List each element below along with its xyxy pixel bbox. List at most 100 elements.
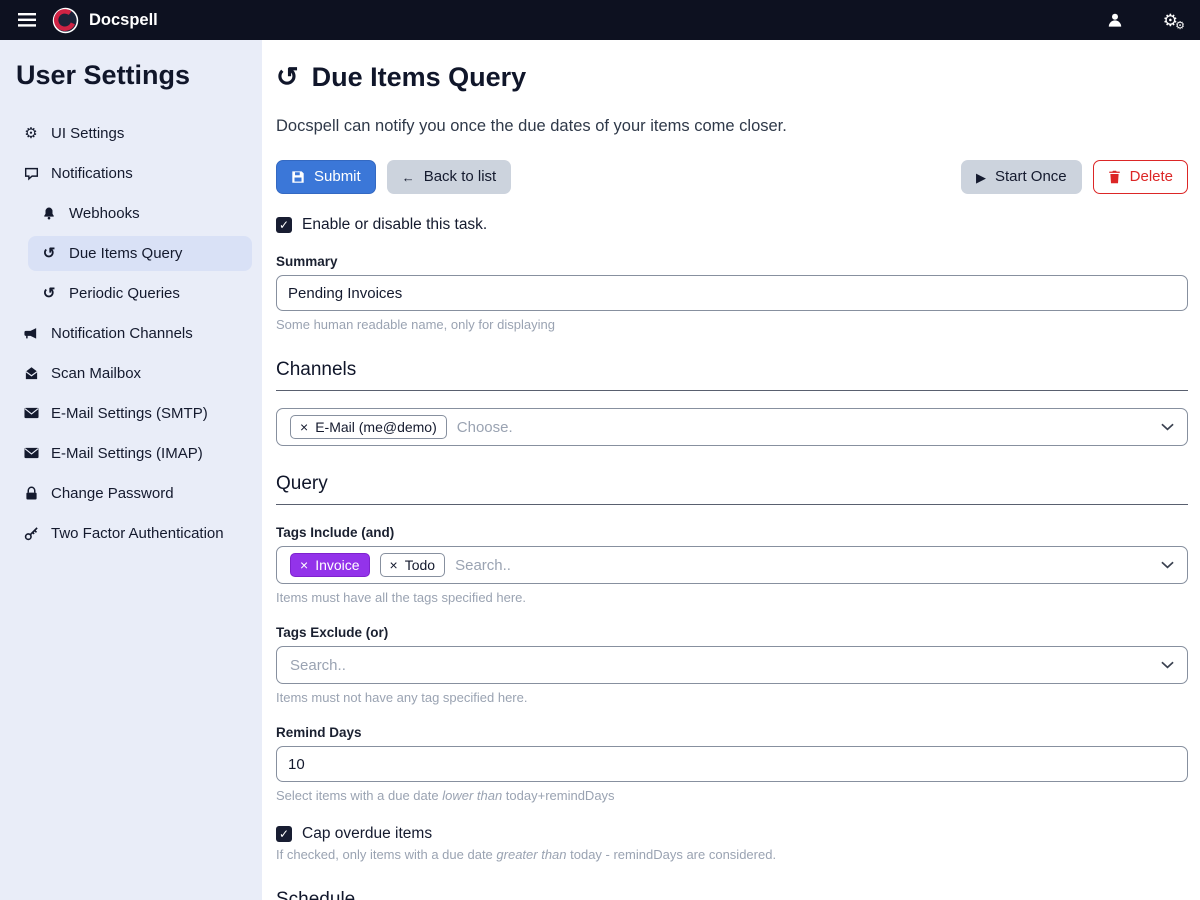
- user-menu-button[interactable]: [1101, 11, 1129, 29]
- sidebar-item-periodic-queries[interactable]: ↺ Periodic Queries: [28, 276, 252, 311]
- help-text: If checked, only items with a due date: [276, 847, 496, 862]
- comment-icon: [22, 166, 40, 181]
- action-buttons: Submit ← Back to list ▶ Start Once Delet…: [276, 160, 1188, 194]
- envelope-icon: [22, 407, 40, 419]
- sidebar-item-email-imap[interactable]: E-Mail Settings (IMAP): [10, 436, 252, 471]
- summary-help: Some human readable name, only for displ…: [276, 317, 1188, 332]
- query-heading: Query: [276, 473, 1188, 505]
- key-icon: [22, 526, 40, 541]
- help-text-italic: lower than: [442, 788, 502, 803]
- schedule-heading: Schedule: [276, 889, 1188, 900]
- summary-input[interactable]: [276, 275, 1188, 311]
- topbar: Docspell ⚙⚙: [0, 0, 1200, 40]
- lock-icon: [22, 486, 40, 501]
- start-once-button[interactable]: ▶ Start Once: [961, 160, 1082, 194]
- summary-field: Summary Some human readable name, only f…: [276, 254, 1188, 332]
- sidebar-item-change-password[interactable]: Change Password: [10, 476, 252, 511]
- menu-toggle-button[interactable]: [16, 11, 38, 29]
- sidebar-nav: ⚙ UI Settings Notifications Webhooks ↺ D…: [10, 113, 252, 553]
- remove-icon[interactable]: ×: [300, 558, 308, 572]
- app-window: Docspell ⚙⚙ User Settings ⚙ UI Settings: [0, 0, 1200, 900]
- tags-include-select[interactable]: × Invoice × Todo Search..: [276, 546, 1188, 584]
- tags-exclude-placeholder: Search..: [290, 657, 346, 674]
- channel-chip: × E-Mail (me@demo): [290, 415, 447, 439]
- bullhorn-icon: [22, 326, 40, 341]
- brand[interactable]: Docspell: [52, 7, 158, 34]
- sidebar-item-label: Change Password: [51, 485, 174, 502]
- tag-chip-invoice: × Invoice: [290, 553, 370, 577]
- delete-label: Delete: [1130, 168, 1173, 186]
- envelope-open-icon: [22, 366, 40, 381]
- user-icon: [1107, 12, 1123, 28]
- summary-label: Summary: [276, 254, 1188, 269]
- sidebar: User Settings ⚙ UI Settings Notification…: [0, 40, 262, 900]
- clock-history-icon: ↺: [276, 64, 299, 91]
- help-text: today - remindDays are considered.: [567, 847, 777, 862]
- page-title-text: Due Items Query: [312, 62, 527, 93]
- sidebar-item-scan-mailbox[interactable]: Scan Mailbox: [10, 356, 252, 391]
- sidebar-item-notifications[interactable]: Notifications: [10, 156, 252, 191]
- envelope-icon: [22, 447, 40, 459]
- tags-include-help: Items must have all the tags specified h…: [276, 590, 1188, 605]
- channels-heading: Channels: [276, 359, 1188, 391]
- channel-chip-label: E-Mail (me@demo): [315, 419, 437, 435]
- remove-icon[interactable]: ×: [390, 558, 398, 572]
- chevron-down-icon: [1161, 423, 1174, 431]
- sidebar-item-label: Scan Mailbox: [51, 365, 141, 382]
- sidebar-item-label: Due Items Query: [69, 245, 182, 262]
- tags-exclude-select[interactable]: Search..: [276, 646, 1188, 684]
- brand-name: Docspell: [89, 11, 158, 30]
- sidebar-item-ui-settings[interactable]: ⚙ UI Settings: [10, 116, 252, 151]
- tags-include-placeholder: Search..: [455, 557, 511, 574]
- bell-icon: [40, 206, 58, 221]
- enable-task-label: Enable or disable this task.: [302, 216, 487, 234]
- topbar-actions: ⚙⚙: [1101, 11, 1184, 30]
- cap-overdue-help: If checked, only items with a due date g…: [276, 847, 1188, 862]
- chevron-down-icon: [1161, 661, 1174, 669]
- chevron-down-icon: [1161, 561, 1174, 569]
- sidebar-title: User Settings: [16, 60, 246, 91]
- channels-select[interactable]: × E-Mail (me@demo) Choose.: [276, 408, 1188, 446]
- channels-placeholder: Choose.: [457, 419, 513, 436]
- page-title: ↺ Due Items Query: [276, 62, 1188, 93]
- tag-chip-label: Invoice: [315, 557, 359, 573]
- tags-exclude-field: Tags Exclude (or) Search.. Items must no…: [276, 625, 1188, 705]
- cap-overdue-checkbox[interactable]: ✓: [276, 826, 292, 842]
- enable-task-checkbox[interactable]: ✓: [276, 217, 292, 233]
- delete-button[interactable]: Delete: [1093, 160, 1188, 194]
- main-content: ↺ Due Items Query Docspell can notify yo…: [262, 40, 1200, 900]
- trash-icon: [1108, 170, 1121, 184]
- remove-icon[interactable]: ×: [300, 420, 308, 434]
- back-label: Back to list: [424, 168, 497, 186]
- sidebar-item-due-items-query[interactable]: ↺ Due Items Query: [28, 236, 252, 271]
- gear-icon: ⚙: [22, 126, 40, 141]
- sidebar-item-label: Periodic Queries: [69, 285, 180, 302]
- remind-days-input[interactable]: [276, 746, 1188, 782]
- sidebar-item-email-smtp[interactable]: E-Mail Settings (SMTP): [10, 396, 252, 431]
- page-subtitle: Docspell can notify you once the due dat…: [276, 117, 1188, 136]
- sidebar-item-label: E-Mail Settings (IMAP): [51, 445, 203, 462]
- remind-days-help: Select items with a due date lower than …: [276, 788, 1188, 803]
- cap-overdue-label: Cap overdue items: [302, 825, 432, 843]
- enable-task-row: ✓ Enable or disable this task.: [276, 216, 1188, 234]
- sidebar-item-webhooks[interactable]: Webhooks: [28, 196, 252, 231]
- submit-button[interactable]: Submit: [276, 160, 376, 194]
- sidebar-item-label: Webhooks: [69, 205, 140, 222]
- tag-chip-label: Todo: [405, 557, 435, 573]
- settings-menu-button[interactable]: ⚙⚙: [1157, 11, 1184, 30]
- sidebar-item-two-factor[interactable]: Two Factor Authentication: [10, 516, 252, 551]
- sidebar-item-notification-channels[interactable]: Notification Channels: [10, 316, 252, 351]
- remind-days-field: Remind Days Select items with a due date…: [276, 725, 1188, 803]
- docspell-logo-icon: [52, 7, 79, 34]
- hamburger-icon: [18, 13, 36, 27]
- arrow-left-icon: ←: [402, 171, 415, 184]
- cogs-icon: ⚙⚙: [1163, 12, 1178, 29]
- sidebar-item-label: UI Settings: [51, 125, 124, 142]
- save-icon: [291, 170, 305, 184]
- history-icon: ↺: [40, 286, 58, 301]
- sidebar-item-label: Notifications: [51, 165, 133, 182]
- help-text: Select items with a due date: [276, 788, 442, 803]
- back-to-list-button[interactable]: ← Back to list: [387, 160, 512, 194]
- help-text-italic: greater than: [496, 847, 566, 862]
- tags-exclude-label: Tags Exclude (or): [276, 625, 1188, 640]
